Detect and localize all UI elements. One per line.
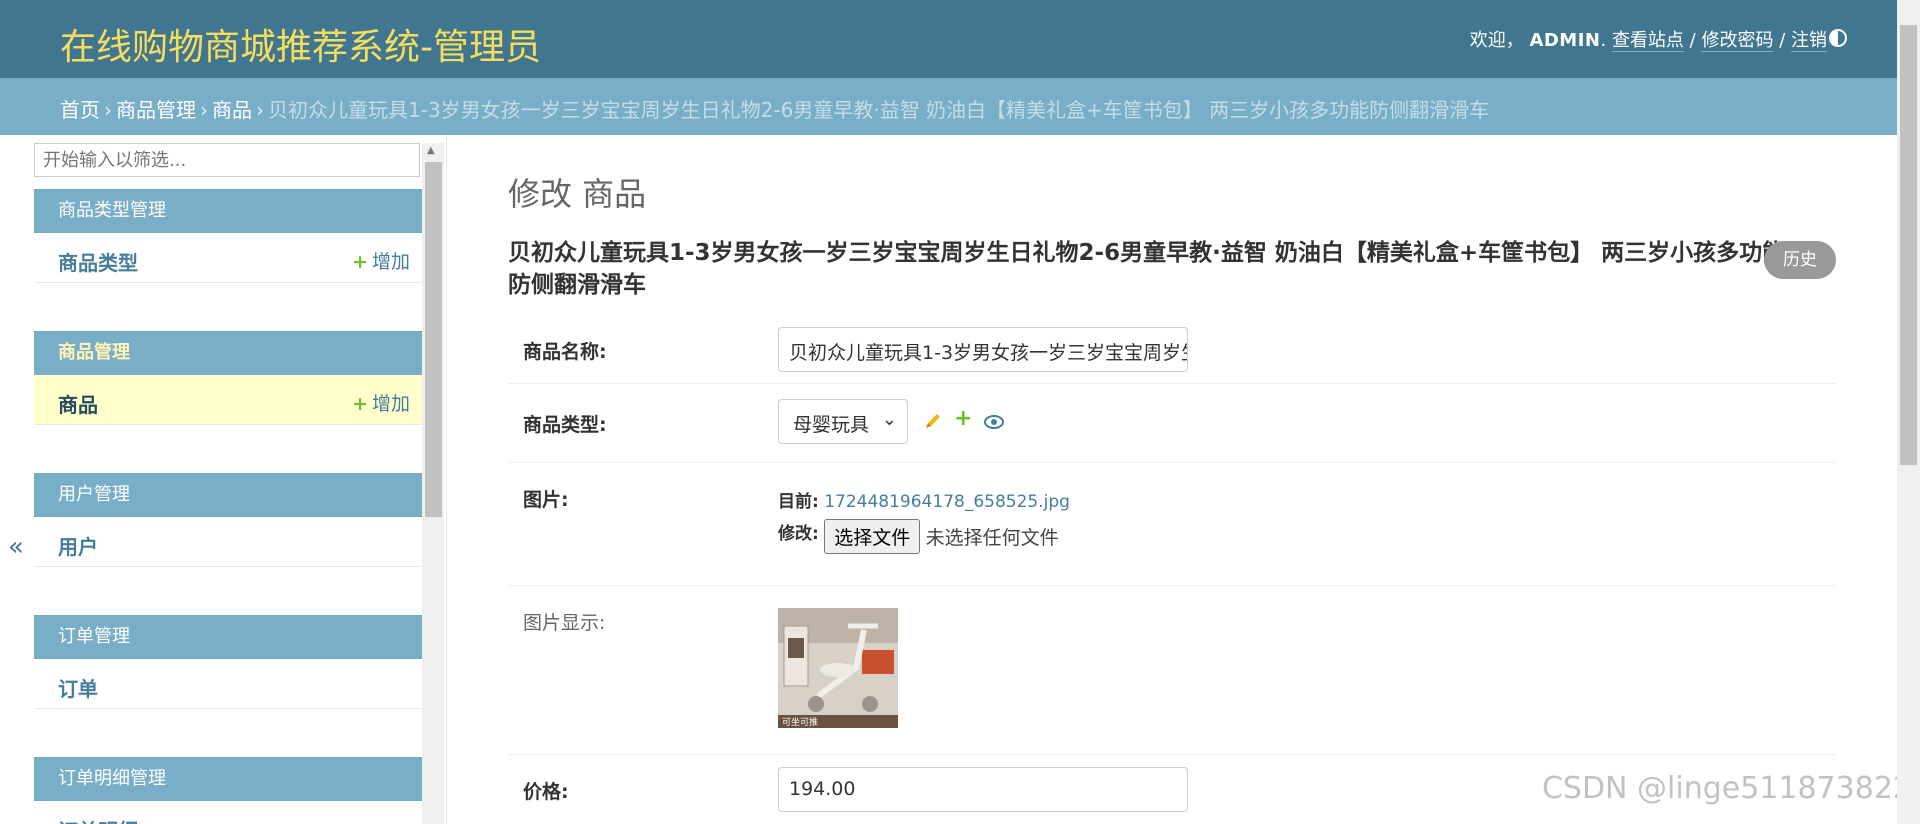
module-order-detail: 订单明细管理 订单明细 [34,757,422,824]
change-file: 修改: 选择文件 未选择任何文件 [778,519,1059,554]
add-related-icon[interactable]: + [954,406,972,431]
theme-toggle-icon[interactable] [1829,29,1847,47]
header: 在线购物商城推荐系统-管理员 欢迎， ADMIN. 查看站点 / 修改密码 / … [0,0,1897,78]
product-type-select[interactable]: 母婴玩具 ⌄ [778,399,908,444]
thumb-caption: 可坐可推 [782,716,818,728]
no-file-text: 未选择任何文件 [925,527,1059,549]
divider [446,135,447,824]
breadcrumb-model[interactable]: 商品 [212,98,252,122]
sidebar-item-label[interactable]: 订单明细 [58,815,138,824]
price-field[interactable]: 194.00 [778,767,1188,812]
chevron-down-icon: ⌄ [881,409,897,430]
site-title[interactable]: 在线购物商城推荐系统-管理员 [60,18,541,70]
sidebar-collapse-icon[interactable]: « [8,532,24,562]
module-product-type: 商品类型管理 商品类型 + 增加 [34,189,422,283]
form-row-type: 商品类型: 母婴玩具 ⌄ + [508,384,1836,463]
edit-pencil-icon[interactable] [924,412,942,430]
module-caption[interactable]: 订单管理 [34,615,422,659]
history-button[interactable]: 历史 [1764,241,1836,279]
current-file-link[interactable]: 1724481964178_658525.jpg [824,492,1070,512]
sidebar-item-label[interactable]: 订单 [58,673,98,702]
field-label: 商品类型: [523,414,607,436]
main-content: 修改 商品 贝初众儿童玩具1-3岁男女孩一岁三岁宝宝周岁生日礼物2-6男童早教·… [508,135,1836,824]
scooter-image: 可坐可推 [778,608,898,728]
breadcrumb-home[interactable]: 首页 [60,98,100,122]
module-user: 用户管理 用户 [34,473,422,567]
page-scrollbar-thumb[interactable] [1900,25,1917,465]
form-row-image: 图片: 目前: 1724481964178_658525.jpg 修改: 选择文… [508,463,1836,586]
sidebar-item-order-detail[interactable]: 订单明细 [34,801,422,824]
module-product: 商品管理 商品 + 增加 [34,331,422,425]
field-label: 图片: [523,489,569,511]
welcome-text: 欢迎， [1469,30,1524,51]
module-caption[interactable]: 商品管理 [34,331,422,375]
current-file: 目前: 1724481964178_658525.jpg [778,492,1070,512]
choose-file-button[interactable]: 选择文件 [824,519,921,554]
username: ADMIN [1529,30,1601,51]
sidebar-scrollbar-thumb[interactable] [425,162,442,517]
sidebar-item-label[interactable]: 商品 [58,389,98,418]
change-password-link[interactable]: 修改密码 [1701,30,1774,52]
sidebar-item-label[interactable]: 用户 [58,531,98,560]
view-site-link[interactable]: 查看站点 [1611,30,1684,52]
watermark: CSDN @linge511873822 [1541,771,1912,806]
name-field[interactable]: 贝初众儿童玩具1-3岁男女孩一岁三岁宝宝周岁生日礼物 [778,327,1188,372]
sidebar-item-product-type[interactable]: 商品类型 + 增加 [34,233,422,283]
sidebar-filter-input[interactable] [34,143,420,177]
field-label: 价格: [523,781,569,803]
module-caption[interactable]: 商品类型管理 [34,189,422,233]
form-row-image-display: 图片显示: 可坐可推 [508,586,1836,755]
module-order: 订单管理 订单 [34,615,422,709]
scroll-up-arrow-icon[interactable]: ▲ [427,145,435,156]
field-label: 商品名称: [523,341,607,363]
view-eye-icon[interactable] [984,415,1004,429]
logout-link[interactable]: 注销 [1791,30,1827,52]
sidebar-item-user[interactable]: 用户 [34,517,422,567]
sidebar-item-order[interactable]: 订单 [34,659,422,709]
user-tools: 欢迎， ADMIN. 查看站点 / 修改密码 / 注销 [1469,30,1827,52]
object-title: 贝初众儿童玩具1-3岁男女孩一岁三岁宝宝周岁生日礼物2-6男童早教·益智 奶油白… [508,240,1786,298]
add-link[interactable]: + 增加 [352,247,410,274]
sidebar: 商品类型管理 商品类型 +增加 商品管理 商品 +增加 用户管理 用户 订单管理… [34,143,422,824]
product-thumbnail: 可坐可推 [778,608,898,728]
module-caption[interactable]: 用户管理 [34,473,422,517]
plus-icon: + [352,251,368,273]
breadcrumb: 首页 › 商品管理 › 商品 › 贝初众儿童玩具1-3岁男女孩一岁三岁宝宝周岁生日礼物2-6… [0,78,1897,135]
page-title: 修改 商品 [508,175,647,213]
sidebar-item-label[interactable]: 商品类型 [58,247,138,276]
form-row-name: 商品名称: 贝初众儿童玩具1-3岁男女孩一岁三岁宝宝周岁生日礼物 [508,315,1836,384]
add-link[interactable]: + 增加 [352,389,410,416]
breadcrumb-current: 贝初众儿童玩具1-3岁男女孩一岁三岁宝宝周岁生日礼物2-6男童早教·益智 奶油白… [268,98,1490,122]
field-label: 图片显示: [523,612,606,634]
sidebar-item-product[interactable]: 商品 + 增加 [34,375,422,425]
module-caption[interactable]: 订单明细管理 [34,757,422,801]
plus-icon: + [352,393,368,415]
breadcrumb-app[interactable]: 商品管理 [116,98,196,122]
